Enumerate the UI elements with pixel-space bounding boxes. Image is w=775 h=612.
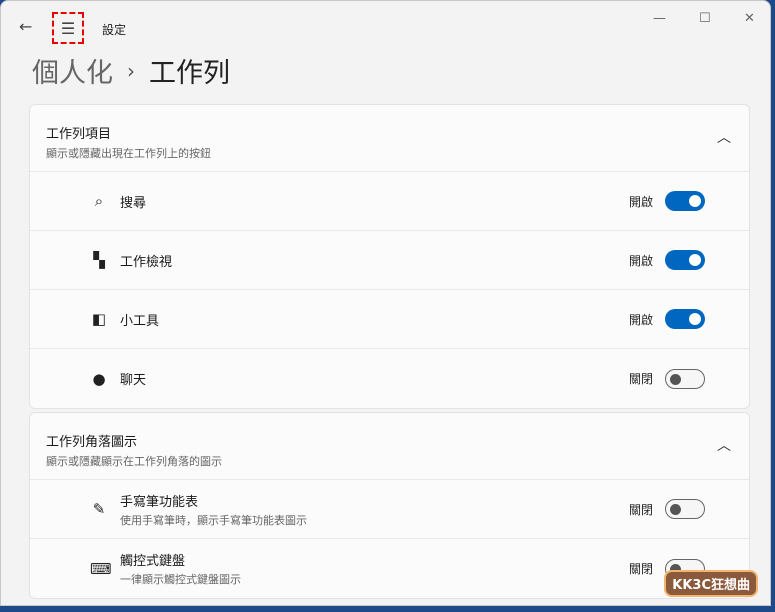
section-card: 工作列項目 顯示或隱藏出現在工作列上的按鈕 ︿ ⌕ 搜尋 開啟 ▚ 工作檢視 開… [29,104,750,409]
page-title: 工作列 [149,58,230,89]
setting-row: ⌕ 搜尋 開啟 [30,172,749,231]
widgets-icon: ◧ [91,310,107,328]
setting-label: 手寫筆功能表 [120,494,199,510]
toggle-state: 關閉 [628,562,653,576]
chevron-right-icon: › [127,58,135,83]
setting-row: ✎ 手寫筆功能表 使用手寫筆時，顯示手寫筆功能表圖示 關閉 [30,480,749,539]
minimize-icon[interactable]: — [653,11,666,26]
setting-label: 小工具 [120,313,160,329]
section-card: 工作列角落圖示 顯示或隱藏顯示在工作列角落的圖示 ︿ ✎ 手寫筆功能表 使用手寫… [29,412,750,599]
toggle-switch[interactable] [665,499,705,519]
section-title: 工作列項目 [46,127,112,142]
section-header[interactable]: 工作列項目 顯示或隱藏出現在工作列上的按鈕 ︿ [30,105,749,172]
section-subtitle: 顯示或隱藏顯示在工作列角落的圖示 [46,455,222,468]
app-title: 設定 [102,23,127,37]
keyboard-icon: ⌨ [90,559,112,578]
toggle-state: 開啟 [628,312,653,327]
settings-window: ← ☰ 設定 — ☐ ✕ 個人化 › 工作列 工作列項目 顯示或隱藏出現在工作列… [0,0,771,606]
setting-label: 觸控式鍵盤 [120,554,186,569]
hamburger-menu-icon[interactable]: ☰ [52,12,84,44]
breadcrumb-parent[interactable]: 個人化 [32,51,113,90]
setting-description: 一律顯示觸控式鍵盤圖示 [120,573,241,586]
watermark-logo: KK3C狂想曲 [664,570,758,597]
toggle-switch[interactable] [665,191,705,211]
setting-description: 使用手寫筆時，顯示手寫筆功能表圖示 [120,513,307,527]
close-icon[interactable]: ✕ [744,11,755,26]
task-view-icon: ▚ [93,251,105,269]
toggle-state: 關閉 [628,502,653,517]
chat-icon: ● [92,369,106,388]
breadcrumb: 個人化 › 工作列 [32,51,230,90]
pen-icon: ✎ [92,500,106,518]
back-arrow-icon[interactable]: ← [19,17,32,36]
toggle-switch[interactable] [665,368,705,389]
chevron-up-icon[interactable]: ︿ [717,435,731,455]
setting-label: 搜尋 [120,195,147,211]
toggle-state: 開啟 [628,194,653,209]
toggle-switch[interactable] [665,250,705,270]
chevron-up-icon[interactable]: ︿ [717,127,731,147]
toggle-state: 開啟 [628,253,653,268]
setting-row: ▚ 工作檢視 開啟 [30,231,749,290]
setting-row: ◧ 小工具 開啟 [30,290,749,349]
maximize-icon[interactable]: ☐ [699,11,711,26]
section-header[interactable]: 工作列角落圖示 顯示或隱藏顯示在工作列角落的圖示 ︿ [30,413,749,480]
setting-label: 聊天 [120,373,147,388]
toggle-switch[interactable] [665,309,705,329]
setting-row: ● 聊天 關閉 [30,349,749,408]
section-title: 工作列角落圖示 [46,435,138,450]
search-icon: ⌕ [94,192,104,210]
setting-row: ⌨ 觸控式鍵盤 一律顯示觸控式鍵盤圖示 關閉 [30,539,749,598]
section-subtitle: 顯示或隱藏出現在工作列上的按鈕 [46,147,211,160]
toggle-state: 關閉 [628,372,653,386]
setting-label: 工作檢視 [120,254,173,270]
